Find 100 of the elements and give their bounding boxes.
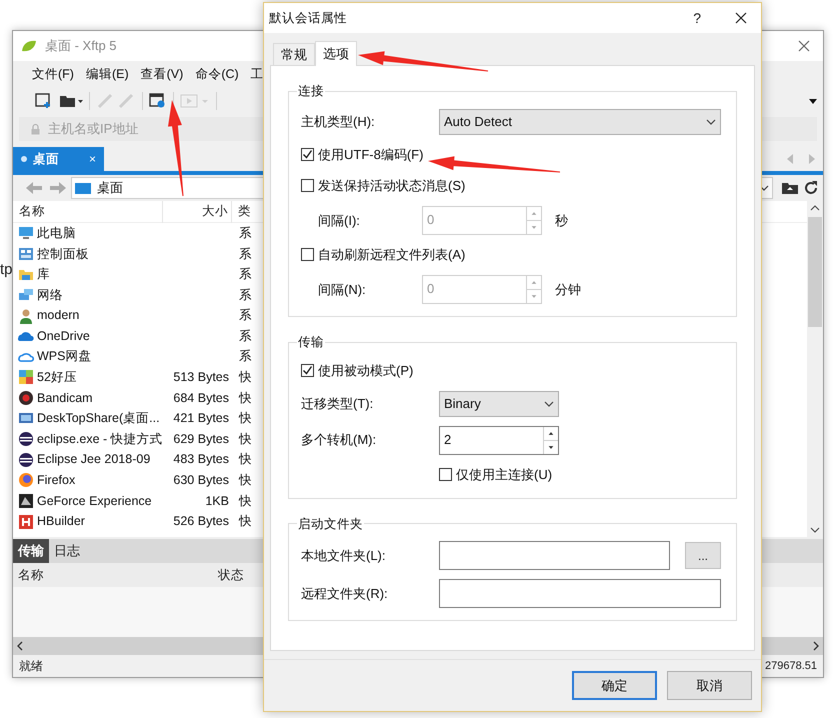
column-header[interactable]: 名称 — [13, 566, 218, 584]
panel-tab[interactable]: 传输 — [13, 539, 49, 563]
file-size: 421 Bytes — [172, 410, 230, 428]
file-type: 系 — [238, 224, 252, 242]
file-size: 684 Bytes — [172, 390, 230, 407]
folder-icon[interactable] — [59, 94, 83, 108]
file-name: 库 — [37, 266, 50, 284]
tab-label: 桌面 — [33, 150, 59, 168]
field-label: 多个转机(M): — [301, 431, 378, 450]
file-name: 控制面板 — [37, 246, 89, 263]
app-icon — [18, 514, 34, 530]
vertical-scrollbar[interactable] — [807, 201, 823, 537]
file-name: 网络 — [37, 286, 63, 304]
file-name: Bandicam — [37, 390, 93, 407]
checkbox[interactable] — [301, 148, 314, 162]
new-window-icon[interactable] — [35, 93, 53, 109]
field-label: 迁移类型(T): — [301, 394, 374, 413]
dialog-tab[interactable]: 常规 — [273, 43, 315, 65]
checkbox[interactable] — [439, 468, 452, 481]
app-icon — [18, 452, 34, 468]
column-header[interactable]: 大小 — [163, 202, 231, 221]
session-tab[interactable]: 桌面 × — [13, 147, 104, 171]
app-icon — [18, 472, 34, 488]
dialog-button[interactable]: 确定 — [572, 671, 657, 700]
checkbox-label: 仅使用主连接(U) — [456, 466, 552, 484]
menu-item[interactable]: 编辑(E) — [80, 64, 134, 84]
file-type: 快 — [238, 410, 252, 428]
monitor-icon — [18, 225, 34, 242]
refresh-icon[interactable] — [803, 180, 819, 196]
close-icon[interactable] — [735, 12, 747, 24]
checkbox-label: 自动刷新远程文件列表(A) — [318, 246, 466, 264]
chevron-down-icon[interactable] — [810, 527, 820, 533]
tab-close[interactable]: × — [88, 150, 96, 168]
file-name: Eclipse Jee 2018-09 — [37, 451, 150, 468]
file-size: 513 Bytes — [172, 369, 230, 386]
chevron-left-icon[interactable] — [17, 641, 23, 651]
file-name: HBuilder — [37, 513, 85, 530]
spin-field[interactable]: 2 — [439, 426, 559, 454]
column-header[interactable]: 状态 — [218, 566, 244, 584]
dialog-button[interactable]: 取消 — [667, 671, 752, 700]
file-name: 52好压 — [37, 369, 77, 386]
file-type: 快 — [238, 472, 252, 490]
browse-button[interactable]: ... — [685, 542, 721, 570]
checkbox[interactable] — [301, 179, 314, 192]
file-size: 630 Bytes — [172, 472, 230, 490]
group-title: 启动文件夹 — [297, 516, 364, 532]
file-name: OneDrive — [37, 328, 90, 345]
file-name: modern — [37, 307, 80, 324]
cloud-icon — [18, 352, 34, 362]
chevron-down-icon — [544, 400, 554, 406]
address-placeholder: 主机名或IP地址 — [48, 120, 138, 138]
checkbox-label: 使用被动模式(P) — [318, 362, 414, 380]
checkbox[interactable] — [301, 364, 314, 377]
field-label: 本地文件夹(L): — [301, 547, 386, 565]
menu-item[interactable]: 文件(F) — [27, 64, 79, 84]
unit-label: 秒 — [555, 212, 568, 230]
field-label: 远程文件夹(R): — [301, 585, 389, 603]
file-type: 快 — [238, 492, 252, 510]
checkbox[interactable] — [301, 248, 314, 262]
window-title: 桌面 - Xftp 5 — [45, 37, 117, 56]
leaf-icon — [21, 40, 37, 52]
dropdown[interactable]: Auto Detect — [439, 108, 721, 135]
file-type: 系 — [238, 328, 252, 345]
file-name: GeForce Experience — [37, 492, 152, 510]
folder-icon[interactable] — [781, 181, 799, 195]
app-icon — [18, 493, 34, 510]
file-size: 526 Bytes — [172, 513, 230, 530]
dialog-tab[interactable]: 选项 — [315, 41, 357, 66]
path-text: 桌面 — [97, 179, 123, 198]
menu-item[interactable]: 查看(V) — [136, 64, 188, 84]
file-type: 快 — [238, 451, 252, 468]
settings-icon[interactable] — [149, 93, 167, 109]
field-label: 间隔(I): — [317, 212, 361, 230]
app-icon — [18, 431, 34, 448]
group-title: 传输 — [297, 334, 325, 351]
help-button[interactable]: ? — [693, 8, 701, 28]
menu-item[interactable]: 命令(C) — [190, 64, 244, 84]
caret-icon[interactable] — [809, 98, 817, 104]
dropdown[interactable]: Binary — [439, 390, 559, 416]
monitor-icon — [75, 182, 91, 194]
checkbox-label: 发送保持活动状态消息(S) — [318, 177, 466, 195]
file-size: 629 Bytes — [172, 430, 230, 448]
app-icon — [18, 390, 34, 406]
file-type: 系 — [238, 286, 252, 304]
chevron-right-icon[interactable] — [813, 641, 819, 651]
lock-icon — [31, 124, 40, 134]
chevron-down-icon — [706, 118, 716, 125]
file-name: 此电脑 — [37, 224, 76, 242]
file-type: 系 — [238, 348, 252, 366]
file-name: Firefox — [37, 472, 76, 490]
folder-field[interactable] — [439, 579, 721, 608]
column-header[interactable]: 名称 — [13, 202, 162, 221]
file-size: 483 Bytes — [172, 451, 230, 468]
file-type: 快 — [238, 430, 252, 448]
panel-tab[interactable]: 日志 — [49, 539, 85, 563]
folder-field[interactable] — [439, 541, 670, 570]
user-icon — [18, 308, 34, 324]
chevron-up-icon[interactable] — [810, 205, 820, 211]
file-size: 1KB — [204, 492, 230, 510]
column-header[interactable]: 类 — [232, 202, 251, 221]
